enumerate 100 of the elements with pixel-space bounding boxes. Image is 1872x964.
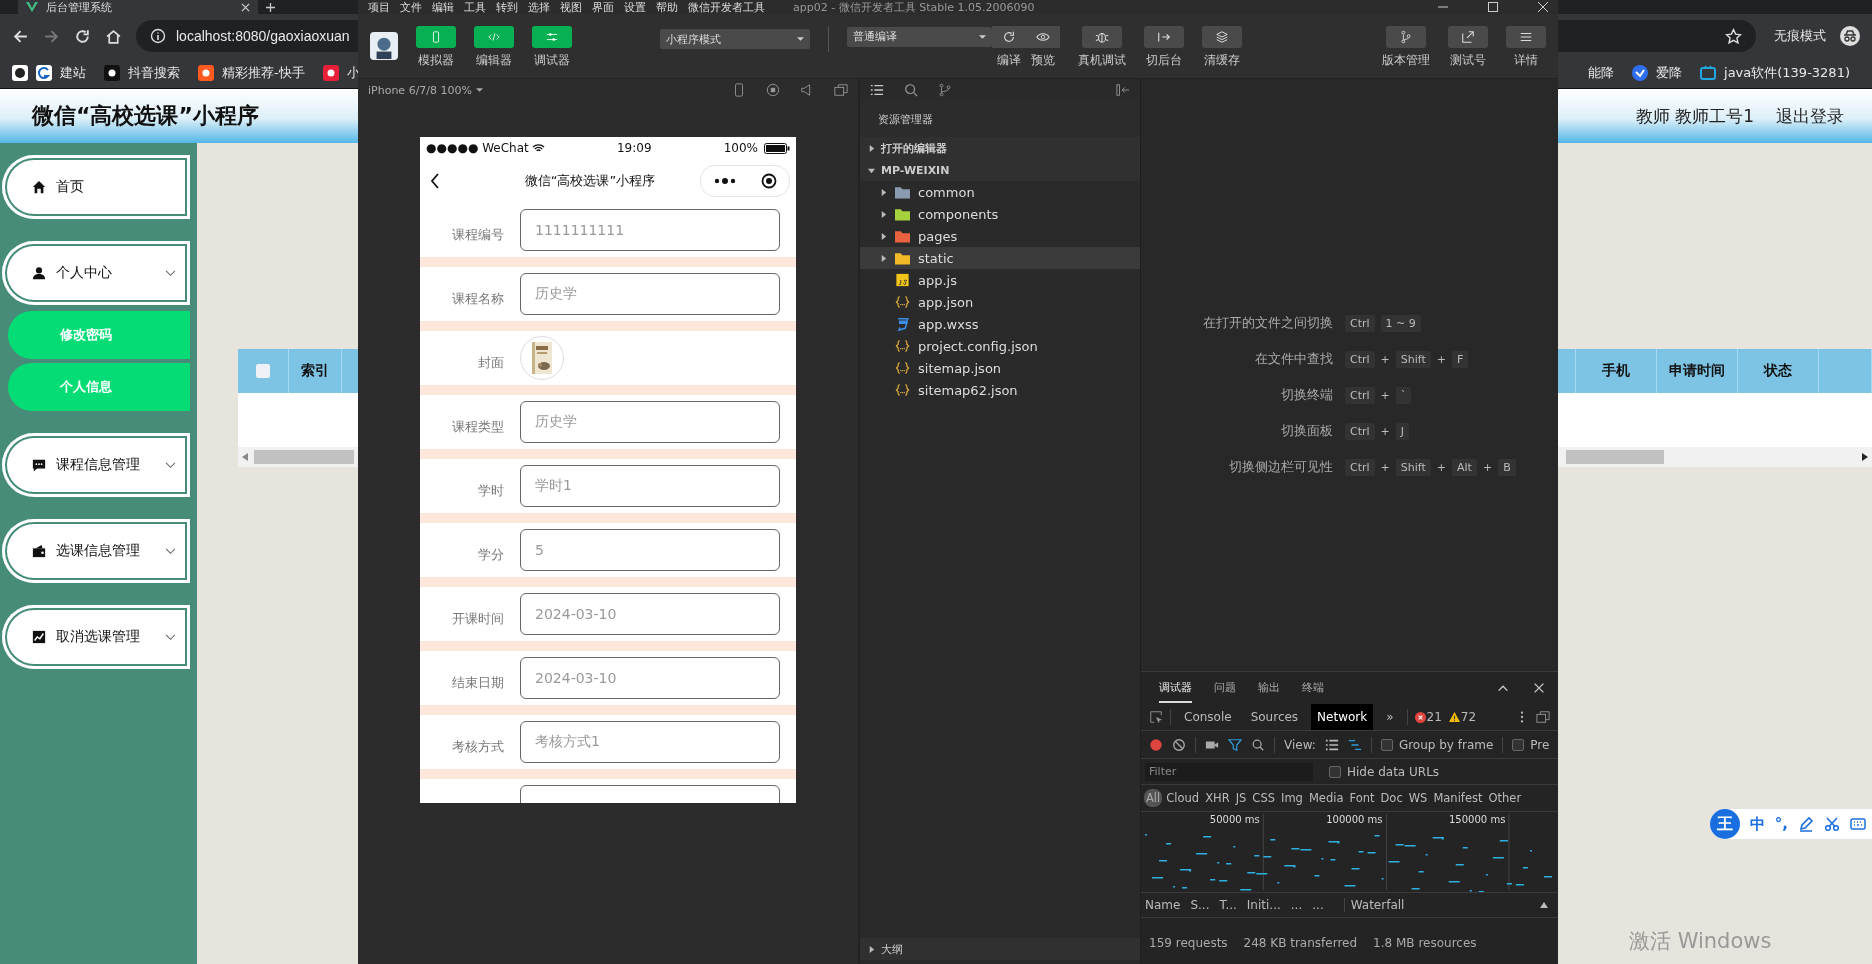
network-overview-drawing: 50000 ms 100000 ms 150000 ms: [1141, 812, 1558, 892]
page-title: 微信“高校选课”小程序: [523, 172, 657, 190]
column-header[interactable]: S...: [1190, 898, 1210, 912]
type-filter-button[interactable]: Cloud: [1164, 789, 1202, 807]
menu-item[interactable]: 选课信息管理: [2, 519, 190, 583]
key-cap: Ctrl: [1345, 386, 1375, 404]
logout-link[interactable]: 退出登录: [1776, 104, 1844, 128]
key-separator: +: [1436, 460, 1447, 474]
type-filter-button[interactable]: Font: [1347, 789, 1377, 807]
shortcut-label: 切换面板: [1280, 422, 1333, 440]
type-filter-button[interactable]: Img: [1279, 789, 1305, 807]
menu-item[interactable]: 项目: [368, 0, 390, 15]
more-tabs-button[interactable]: »: [1380, 704, 1400, 730]
bookmark-link[interactable]: 能降: [1588, 64, 1614, 82]
field-label: 课程名称: [451, 290, 504, 308]
view-label: 模拟器: [418, 51, 454, 67]
section-header[interactable]: 大纲: [860, 938, 1140, 960]
menu-item[interactable]: 微信开发者工具: [688, 0, 765, 15]
bookmark-link[interactable]: 爱降: [1656, 64, 1682, 82]
bookmark-link[interactable]: 建站: [60, 64, 86, 82]
panel-tab[interactable]: 调试器: [1159, 673, 1192, 703]
type-filter-button[interactable]: XHR: [1203, 789, 1232, 807]
section-header[interactable]: 打开的编辑器: [860, 137, 1140, 159]
field-label: 结束日期: [451, 674, 504, 692]
carrier-label: ●●●●● WeChat: [426, 141, 529, 155]
column-header[interactable]: Name: [1145, 898, 1181, 912]
menu-item[interactable]: 转到: [496, 0, 518, 15]
menu-item[interactable]: 工具: [464, 0, 486, 15]
device-dropdown[interactable]: iPhone 6/7/8 100%: [368, 83, 472, 97]
menu-item[interactable]: 帮助: [656, 0, 678, 15]
file-tree-item[interactable]: common: [860, 181, 1140, 203]
menu-item[interactable]: 取消选课管理: [2, 605, 190, 669]
file-tree-item[interactable]: sitemap62.json: [860, 379, 1140, 401]
type-filter-button[interactable]: WS: [1406, 789, 1430, 807]
mode-dropdown[interactable]: 小程序模式: [660, 29, 810, 49]
ime-mode-button[interactable]: 中: [1749, 814, 1765, 834]
field-label: 课程类型: [451, 418, 504, 436]
column-header[interactable]: ...: [1290, 898, 1303, 912]
file-tree-item[interactable]: app.json: [860, 291, 1140, 313]
bookmark-link[interactable]: 抖音搜索: [128, 64, 180, 82]
menu-item[interactable]: 首页: [2, 155, 190, 219]
filter-field[interactable]: Filter: [1145, 762, 1313, 781]
file-tree-item[interactable]: static: [860, 247, 1140, 269]
file-tree-item[interactable]: sitemap.json: [860, 357, 1140, 379]
file-tree-item[interactable]: app.js: [860, 269, 1140, 291]
column-header[interactable]: Waterfall: [1343, 898, 1530, 912]
toolbar-label: 详情: [1514, 51, 1538, 67]
compile-dropdown[interactable]: 普通编译: [847, 26, 992, 47]
ime-logo[interactable]: 王: [1709, 809, 1740, 839]
menu-item[interactable]: 个人中心: [2, 241, 190, 305]
column-header[interactable]: Initi...: [1246, 898, 1281, 912]
field-label: 学时: [477, 482, 504, 500]
type-filter-button[interactable]: JS: [1233, 789, 1249, 807]
file-tree-item[interactable]: app.wxss: [860, 313, 1140, 335]
devtools-tab[interactable]: Sources: [1244, 704, 1305, 730]
section-header[interactable]: MP-WEIXIN: [860, 159, 1140, 181]
key-cap: Shift: [1395, 458, 1431, 476]
column-header[interactable]: ...: [1312, 898, 1324, 912]
menu-item[interactable]: 选择: [528, 0, 550, 15]
key-separator: +: [1380, 460, 1390, 474]
panel-tab[interactable]: 问题: [1214, 673, 1236, 703]
key-separator: +: [1380, 388, 1390, 402]
menu-item[interactable]: 编辑: [432, 0, 454, 15]
menu-item[interactable]: 文件: [400, 0, 422, 15]
menu-item[interactable]: 设置: [624, 0, 646, 15]
hide-data-urls-checkbox[interactable]: Hide data URLs: [1329, 764, 1440, 779]
network-summary: 159 requests: [1149, 936, 1228, 950]
devtools-tab[interactable]: Network: [1311, 704, 1374, 730]
panel-tab[interactable]: 输出: [1258, 673, 1280, 703]
network-summary: 1.8 MB resources: [1373, 936, 1477, 950]
view-label: 编辑器: [476, 51, 512, 67]
field-label: 学分: [477, 546, 504, 564]
type-filter-button[interactable]: Doc: [1378, 789, 1405, 807]
field-label: 课程编号: [451, 226, 504, 244]
file-tree-item[interactable]: project.config.json: [860, 335, 1140, 357]
column-header[interactable]: T...: [1219, 898, 1237, 912]
shortcut-label: 在打开的文件之间切换: [1202, 314, 1333, 332]
devtools-tab[interactable]: Console: [1178, 704, 1238, 730]
file-tree-item[interactable]: components: [860, 203, 1140, 225]
punctuation-button[interactable]: °,: [1774, 815, 1788, 833]
field-label: 开课时间: [451, 610, 504, 628]
preserve-log-checkbox[interactable]: Pre: [1512, 737, 1550, 752]
key-cap: Shift: [1395, 350, 1431, 368]
group-by-frame-checkbox[interactable]: Group by frame: [1380, 737, 1494, 752]
column-header: 索引: [289, 349, 342, 393]
type-filter-button[interactable]: CSS: [1250, 789, 1277, 807]
bookmark-link[interactable]: 精彩推荐-快手: [222, 64, 305, 82]
panel-tab[interactable]: 终端: [1302, 673, 1324, 703]
key-cap: `: [1395, 386, 1412, 404]
menu-item[interactable]: 视图: [560, 0, 582, 15]
menu-item[interactable]: 课程信息管理: [2, 433, 190, 497]
shortcut-label: 在文件中查找: [1254, 350, 1333, 368]
bookmark-link[interactable]: java软件(139-3281): [1724, 64, 1850, 82]
type-filter-button[interactable]: Media: [1306, 789, 1346, 807]
menu-item[interactable]: 界面: [592, 0, 614, 15]
toolbar-label: 编译: [997, 51, 1021, 67]
type-filter-button[interactable]: Manifest: [1431, 789, 1485, 807]
type-filter-button[interactable]: Other: [1486, 789, 1524, 807]
file-tree-item[interactable]: pages: [860, 225, 1140, 247]
browser-tab[interactable]: 后台管理系统: [18, 0, 258, 14]
